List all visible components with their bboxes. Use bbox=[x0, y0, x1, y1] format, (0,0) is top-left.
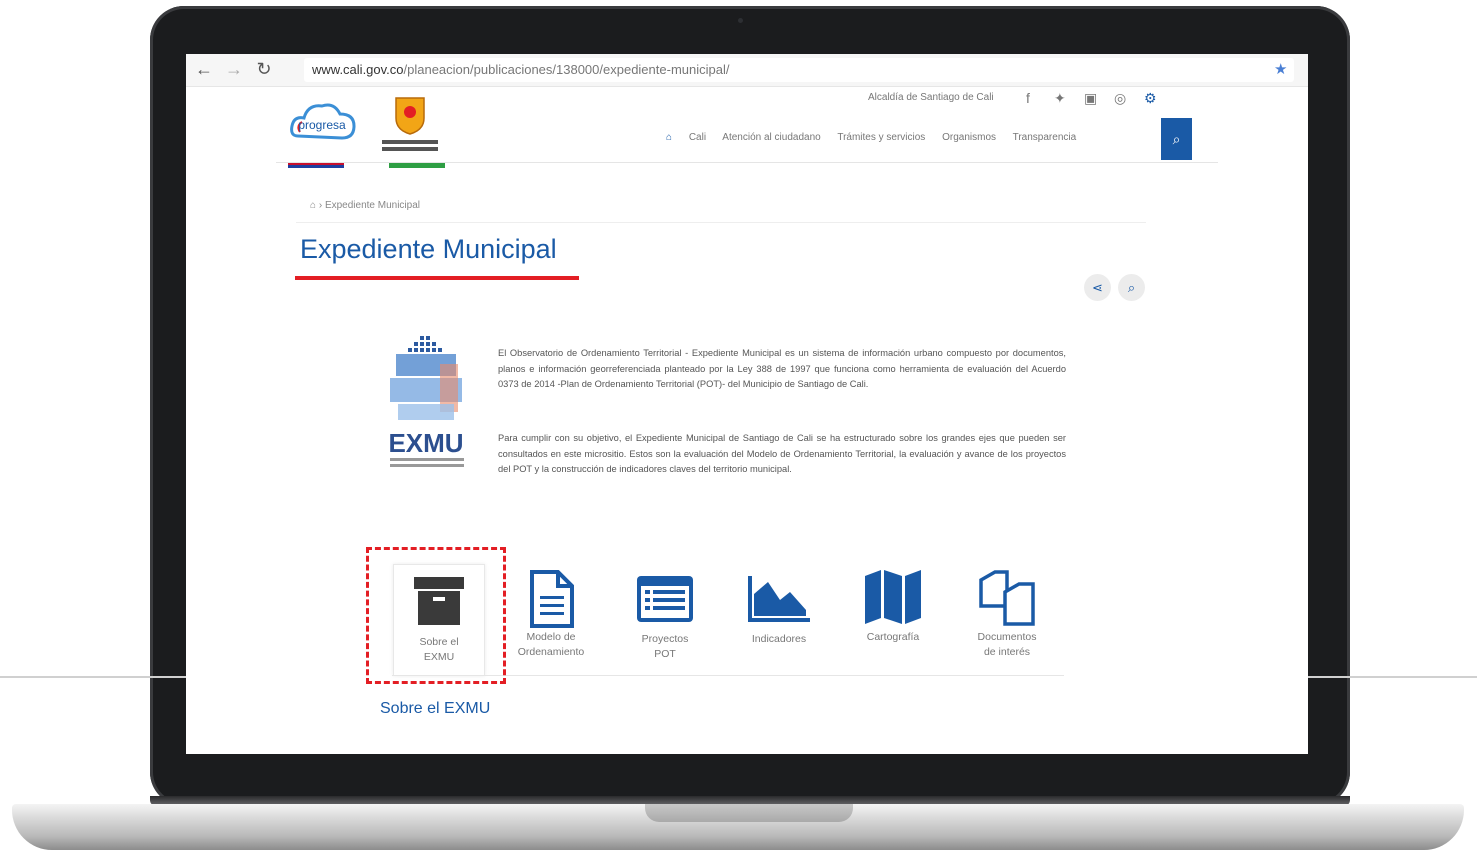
breadcrumb-current: Expediente Municipal bbox=[324, 200, 420, 211]
breadcrumb: ⌂ › Expediente Municipal bbox=[310, 200, 420, 211]
url-path: /planeacion/publicaciones/138000/expedie… bbox=[403, 62, 730, 77]
tile-label: Documentos de interés bbox=[977, 631, 1037, 658]
instagram-icon[interactable]: ◎ bbox=[1114, 90, 1126, 107]
cali-logo-text: progresa bbox=[298, 118, 346, 132]
search-button[interactable]: ⌕ bbox=[1161, 118, 1192, 160]
browser-toolbar: ← → ↻ www.cali.gov.co/planeacion/publica… bbox=[186, 54, 1308, 87]
youtube-icon[interactable]: ▣ bbox=[1084, 90, 1097, 107]
menu-item-organismos[interactable]: Organismos bbox=[942, 132, 996, 143]
breadcrumb-divider bbox=[296, 222, 1146, 223]
exmu-logo: EXMU bbox=[384, 334, 470, 474]
home-icon[interactable]: ⌂ bbox=[666, 132, 672, 143]
back-arrow-icon[interactable]: ← bbox=[194, 59, 214, 79]
cali-progresa-logo[interactable]: progresa bbox=[288, 96, 358, 152]
copy-documents-icon bbox=[979, 570, 1035, 626]
twitter-icon[interactable]: ✦ bbox=[1054, 90, 1066, 107]
breadcrumb-home-icon[interactable]: ⌂ bbox=[310, 200, 316, 211]
magnifier-icon: ⌕ bbox=[1127, 280, 1136, 295]
tile-caption: Sobre el EXMU bbox=[380, 700, 491, 717]
tile-label: Proyectos POT bbox=[641, 633, 689, 660]
map-icon bbox=[865, 570, 921, 624]
address-bar[interactable]: www.cali.gov.co/planeacion/publicaciones… bbox=[304, 58, 1294, 82]
cali-coat-of-arms-logo[interactable] bbox=[374, 96, 446, 154]
tile-indicadores[interactable]: Indicadores bbox=[725, 564, 833, 674]
facebook-icon[interactable]: f bbox=[1026, 90, 1030, 106]
menu-item-atencion[interactable]: Atención al ciudadano bbox=[722, 132, 820, 143]
document-icon bbox=[530, 570, 574, 628]
tile-modelo-de-ordenamiento[interactable]: Modelo de Ordenamiento bbox=[497, 564, 605, 674]
gear-icon[interactable]: ⚙ bbox=[1144, 90, 1157, 107]
laptop-base-notch bbox=[645, 804, 853, 822]
forward-arrow-icon[interactable]: → bbox=[224, 59, 244, 79]
header-divider bbox=[276, 162, 1218, 163]
tile-label: Modelo de Ordenamiento bbox=[517, 631, 585, 658]
tile-label: Indicadores bbox=[751, 633, 807, 645]
exmu-logo-text: EXMU bbox=[388, 428, 463, 458]
alcaldia-link[interactable]: Alcaldía de Santiago de Cali bbox=[868, 92, 994, 103]
reload-icon[interactable]: ↻ bbox=[254, 59, 274, 79]
bookmark-star-icon[interactable]: ★ bbox=[1274, 60, 1287, 78]
tile-proyectos-pot[interactable]: Proyectos POT bbox=[611, 564, 719, 674]
menu-item-cali[interactable]: Cali bbox=[689, 132, 706, 143]
intro-paragraph-1: El Observatorio de Ordenamiento Territor… bbox=[498, 348, 1066, 389]
url-text: www.cali.gov.co/planeacion/publicaciones… bbox=[312, 62, 729, 77]
main-menu: ⌂ Cali Atención al ciudadano Trámites y … bbox=[666, 132, 1090, 143]
title-underline bbox=[295, 276, 579, 280]
tile-cartografia[interactable]: Cartografía bbox=[839, 564, 947, 674]
menu-item-tramites[interactable]: Trámites y servicios bbox=[837, 132, 925, 143]
zoom-button[interactable]: ⌕ bbox=[1118, 274, 1145, 301]
area-chart-icon bbox=[748, 576, 810, 622]
laptop-screen: ← → ↻ www.cali.gov.co/planeacion/publica… bbox=[186, 54, 1308, 754]
list-panel-icon bbox=[637, 576, 693, 622]
page-title: Expediente Municipal bbox=[300, 234, 557, 264]
laptop-camera bbox=[738, 18, 743, 23]
menu-item-transparencia[interactable]: Transparencia bbox=[1013, 132, 1077, 143]
share-button[interactable]: ⋖ bbox=[1084, 274, 1111, 301]
intro-paragraph-2: Para cumplir con su objetivo, el Expedie… bbox=[498, 433, 1066, 474]
search-icon: ⌕ bbox=[1172, 131, 1181, 147]
highlight-annotation-box bbox=[366, 547, 506, 684]
url-domain: www.cali.gov.co bbox=[312, 62, 404, 77]
tile-label: Cartografía bbox=[866, 631, 920, 643]
share-icon: ⋖ bbox=[1092, 280, 1103, 295]
tile-documentos-de-interes[interactable]: Documentos de interés bbox=[953, 564, 1061, 674]
